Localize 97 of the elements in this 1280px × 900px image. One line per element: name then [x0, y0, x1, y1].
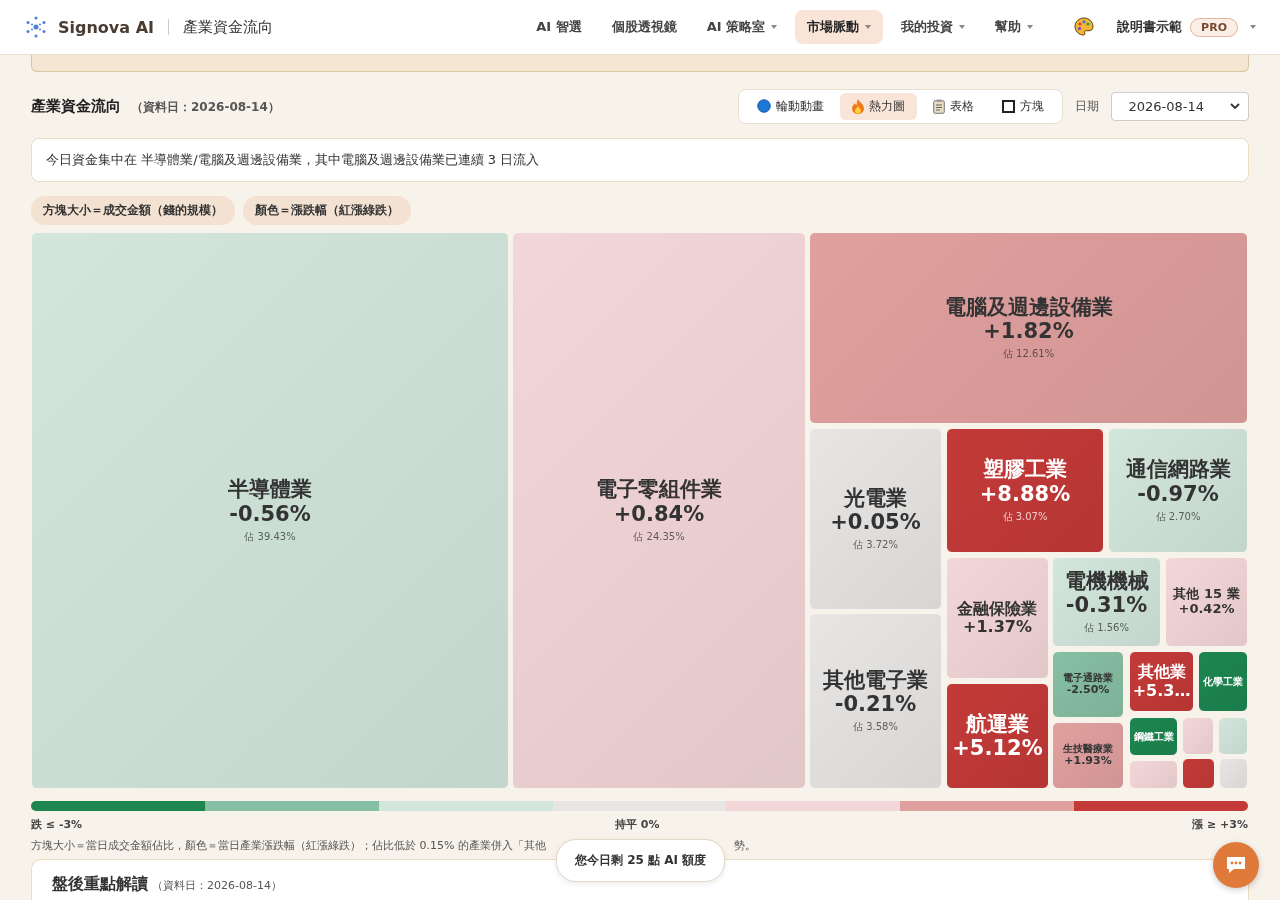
nav-tab[interactable]: 幫助: [983, 10, 1046, 44]
treemap-tile[interactable]: 半導體業 -0.56% 佔 39.43%: [31, 232, 509, 789]
tile-change: -0.97%: [1137, 481, 1219, 506]
nav-tab[interactable]: AI 策略室: [694, 10, 790, 44]
nav-tab[interactable]: AI 智選: [524, 10, 594, 44]
summary-text: 今日資金集中在 半導體業/電腦及週邊設備業，其中電腦及週邊設備業已連續 3 日流入: [31, 138, 1249, 182]
tile-name: 半導體業: [228, 477, 312, 502]
tile-name: 通信網路業: [1125, 457, 1231, 482]
chat-icon: [1225, 855, 1247, 875]
treemap-tile[interactable]: [1129, 760, 1178, 789]
tile-change: +0.84%: [613, 501, 705, 526]
treemap-tile[interactable]: 電子零組件業 +0.84% 佔 24.35%: [512, 232, 806, 789]
quota-pill: 您今日剩 25 點 AI 額度: [556, 839, 726, 882]
date-label: 日期: [1075, 97, 1100, 115]
treemap-tile[interactable]: 航運業 +5.12%: [946, 683, 1049, 789]
treemap-tile[interactable]: 其他業 +5.3…: [1129, 651, 1194, 712]
tile-share: 佔 39.43%: [244, 529, 296, 544]
tile-name: 金融保險業: [957, 599, 1038, 618]
section-title: 產業資金流向: [31, 96, 121, 116]
tile-share: 佔 24.35%: [633, 529, 685, 544]
treemap-tile[interactable]: [1218, 717, 1248, 755]
tile-change: +0.42%: [1178, 602, 1235, 617]
view-tab[interactable]: 方塊: [990, 92, 1057, 120]
treemap-tile[interactable]: [1219, 758, 1248, 789]
plan-badge: PRO: [1190, 17, 1238, 37]
footnote-text: 勢。: [734, 838, 756, 853]
clipboard-icon: [933, 98, 946, 114]
tile-change: -0.56%: [229, 501, 311, 526]
chat-button[interactable]: [1213, 842, 1259, 888]
tile-name: 鋼鐵工業: [1133, 730, 1174, 743]
treemap-tile[interactable]: 光電業 +0.05% 佔 3.72%: [809, 428, 942, 610]
treemap-tile[interactable]: 金融保險業 +1.37%: [946, 557, 1049, 679]
tile-change: -2.50%: [1066, 683, 1110, 697]
tile-share: 佔 3.58%: [853, 720, 898, 735]
legend-chip: 方塊大小＝成交金額（錢的規模）: [31, 196, 235, 225]
palette-icon[interactable]: [1073, 16, 1096, 38]
tile-change: +1.82%: [983, 319, 1074, 344]
treemap-tile[interactable]: [1182, 717, 1214, 755]
scale-label: 跌 ≤ -3%: [31, 817, 83, 832]
treemap-tile[interactable]: 其他電子業 -0.21% 佔 3.58%: [809, 613, 942, 789]
scale-label: 持平 0%: [614, 817, 660, 832]
legend-chip: 顏色＝漲跌幅（紅漲綠跌）: [243, 196, 411, 225]
tile-change: +1.37%: [963, 618, 1032, 637]
caret-icon[interactable]: [1250, 25, 1256, 29]
data-date: （資料日：2026-08-14）: [152, 878, 282, 893]
tile-change: +5.12%: [952, 736, 1043, 761]
tile-change: -0.21%: [834, 692, 917, 717]
view-tab[interactable]: 熱力圖: [840, 92, 918, 120]
tile-name: 其他業: [1137, 663, 1186, 682]
page-title: 產業資金流向: [183, 17, 273, 37]
treemap-tile[interactable]: 通信網路業 -0.97% 佔 2.70%: [1108, 428, 1248, 553]
tile-name: 電子通路業: [1063, 672, 1113, 684]
treemap-tile[interactable]: 其他 15 業 +0.42%: [1165, 557, 1248, 647]
tile-change: -0.31%: [1065, 593, 1148, 618]
tile-share: 佔 12.61%: [1002, 347, 1055, 362]
treemap-tile[interactable]: 化學工業: [1198, 651, 1248, 712]
logo-icon: [24, 15, 48, 39]
nav-tab[interactable]: 市場脈動: [795, 10, 884, 44]
treemap-tile[interactable]: 電機機械 -0.31% 佔 1.56%: [1052, 557, 1161, 647]
square-icon: [1002, 99, 1016, 113]
tile-change: +1.93%: [1064, 754, 1112, 768]
tile-name: 航運業: [966, 711, 1029, 736]
tile-name: 電子零組件業: [596, 477, 722, 502]
tile-share: 佔 3.72%: [853, 538, 898, 553]
treemap-tile[interactable]: 電子通路業 -2.50%: [1052, 651, 1124, 718]
treemap-tile[interactable]: 塑膠工業 +8.88% 佔 3.07%: [946, 428, 1104, 553]
view-tab[interactable]: 表格: [921, 92, 987, 120]
treemap-tile[interactable]: 鋼鐵工業: [1129, 717, 1178, 756]
nav-tab[interactable]: 我的投資: [889, 10, 978, 44]
data-date: （資料日：2026-08-14）: [131, 98, 280, 116]
card-title: 盤後重點解讀: [52, 874, 148, 895]
tile-name: 電機機械: [1064, 568, 1149, 593]
tile-change: +0.05%: [830, 510, 921, 535]
fire-icon: [852, 98, 865, 114]
tile-share: 佔 1.56%: [1084, 621, 1129, 636]
tile-name: 光電業: [844, 485, 907, 510]
user-name[interactable]: 說明書示範: [1117, 18, 1183, 36]
chevron-icon: [1230, 102, 1240, 110]
treemap-tile[interactable]: [1182, 758, 1215, 789]
tile-name: 化學工業: [1203, 675, 1243, 688]
tile-name: 塑膠工業: [983, 457, 1067, 482]
view-tab[interactable]: 輪動動畫: [745, 92, 837, 120]
tile-name: 生技醫療業: [1063, 743, 1113, 755]
brand-name[interactable]: Signova AI: [58, 17, 154, 37]
tile-name: 其他 15 業: [1173, 587, 1240, 602]
tile-share: 佔 3.07%: [1002, 509, 1048, 524]
tile-name: 電腦及週邊設備業: [944, 294, 1113, 319]
tile-change: +8.88%: [979, 481, 1071, 506]
tile-share: 佔 2.70%: [1155, 509, 1201, 524]
treemap-tile[interactable]: 電腦及週邊設備業 +1.82% 佔 12.61%: [809, 232, 1248, 424]
tile-change: +5.3…: [1132, 681, 1191, 700]
date-select[interactable]: 2026-08-14: [1111, 91, 1249, 121]
scale-label: 漲 ≥ +3%: [1192, 817, 1248, 832]
treemap-tile[interactable]: 生技醫療業 +1.93%: [1052, 722, 1124, 789]
tile-name: 其他電子業: [823, 667, 928, 692]
nav-tab[interactable]: 個股透視鏡: [599, 10, 689, 44]
footnote-text: 方塊大小＝當日成交金額佔比，顏色＝當日產業漲跌幅（紅漲綠跌）；佔比低於 0.15% 的產業併入「其他: [31, 838, 546, 853]
